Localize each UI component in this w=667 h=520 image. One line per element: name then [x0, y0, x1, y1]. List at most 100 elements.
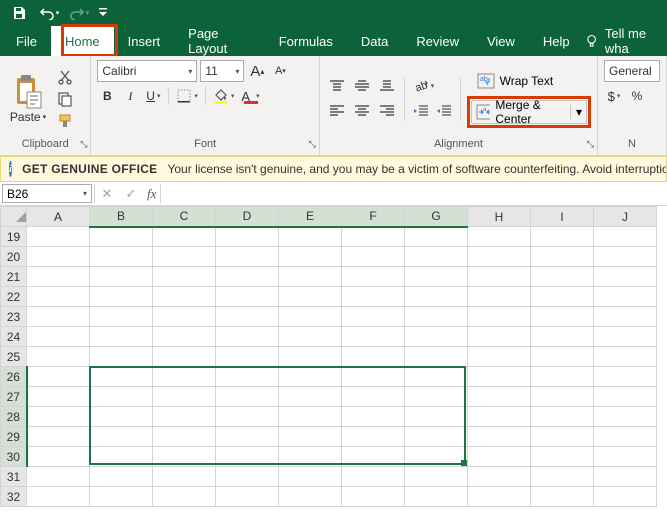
decrease-font-icon[interactable]: A▾ [270, 60, 290, 82]
cell-D28[interactable] [216, 407, 279, 427]
cell-D20[interactable] [216, 247, 279, 267]
cell-F22[interactable] [342, 287, 405, 307]
row-header-31[interactable]: 31 [1, 467, 27, 487]
cell-H30[interactable] [468, 447, 531, 467]
cut-icon[interactable] [56, 68, 74, 86]
cell-I31[interactable] [531, 467, 594, 487]
cell-I28[interactable] [531, 407, 594, 427]
col-header-F[interactable]: F [342, 207, 405, 227]
cell-E19[interactable] [279, 227, 342, 247]
cell-B21[interactable] [90, 267, 153, 287]
cell-J32[interactable] [594, 487, 657, 507]
cell-H25[interactable] [468, 347, 531, 367]
copy-icon[interactable] [56, 90, 74, 108]
increase-font-icon[interactable]: A▴ [247, 60, 267, 82]
tab-help[interactable]: Help [529, 26, 584, 56]
cell-A26[interactable] [27, 367, 90, 387]
cell-J24[interactable] [594, 327, 657, 347]
cell-A25[interactable] [27, 347, 90, 367]
align-right-icon[interactable] [376, 100, 398, 122]
tab-page-layout[interactable]: Page Layout [174, 26, 265, 56]
cell-C24[interactable] [153, 327, 216, 347]
percent-format-icon[interactable]: % [627, 85, 647, 107]
cell-F30[interactable] [342, 447, 405, 467]
cell-G22[interactable] [405, 287, 468, 307]
cell-J27[interactable] [594, 387, 657, 407]
cell-B22[interactable] [90, 287, 153, 307]
cell-G26[interactable] [405, 367, 468, 387]
cell-C26[interactable] [153, 367, 216, 387]
cell-C21[interactable] [153, 267, 216, 287]
cell-D30[interactable] [216, 447, 279, 467]
increase-indent-icon[interactable] [434, 100, 454, 122]
cell-I22[interactable] [531, 287, 594, 307]
col-header-C[interactable]: C [153, 207, 216, 227]
align-top-icon[interactable] [326, 75, 348, 97]
cell-C25[interactable] [153, 347, 216, 367]
row-header-32[interactable]: 32 [1, 487, 27, 507]
cell-D22[interactable] [216, 287, 279, 307]
col-header-I[interactable]: I [531, 207, 594, 227]
cell-C30[interactable] [153, 447, 216, 467]
cell-D29[interactable] [216, 427, 279, 447]
cell-F23[interactable] [342, 307, 405, 327]
cell-D26[interactable] [216, 367, 279, 387]
cell-J26[interactable] [594, 367, 657, 387]
formula-input[interactable] [161, 182, 667, 205]
enter-formula-icon[interactable]: ✓ [119, 182, 143, 205]
align-center-icon[interactable] [351, 100, 373, 122]
cell-G25[interactable] [405, 347, 468, 367]
cell-B24[interactable] [90, 327, 153, 347]
cell-A28[interactable] [27, 407, 90, 427]
cell-A24[interactable] [27, 327, 90, 347]
cell-A21[interactable] [27, 267, 90, 287]
cell-I24[interactable] [531, 327, 594, 347]
cell-B27[interactable] [90, 387, 153, 407]
col-header-D[interactable]: D [216, 207, 279, 227]
tab-home[interactable]: Home [51, 26, 114, 56]
save-icon[interactable] [6, 2, 32, 24]
cell-G21[interactable] [405, 267, 468, 287]
cell-D19[interactable] [216, 227, 279, 247]
cell-I30[interactable] [531, 447, 594, 467]
cell-H23[interactable] [468, 307, 531, 327]
cell-E28[interactable] [279, 407, 342, 427]
cell-D25[interactable] [216, 347, 279, 367]
cell-H27[interactable] [468, 387, 531, 407]
wrap-text-button[interactable]: ab Wrap Text [473, 70, 591, 92]
cell-I20[interactable] [531, 247, 594, 267]
borders-icon[interactable]: ▾ [174, 85, 200, 107]
cell-F31[interactable] [342, 467, 405, 487]
cell-I19[interactable] [531, 227, 594, 247]
select-all-corner[interactable] [1, 207, 27, 227]
cell-G32[interactable] [405, 487, 468, 507]
cell-F19[interactable] [342, 227, 405, 247]
cell-H21[interactable] [468, 267, 531, 287]
name-box[interactable]: B26▾ [2, 184, 92, 203]
decrease-indent-icon[interactable] [411, 100, 431, 122]
italic-button[interactable]: I [120, 85, 140, 107]
cell-B20[interactable] [90, 247, 153, 267]
cell-B19[interactable] [90, 227, 153, 247]
cell-D23[interactable] [216, 307, 279, 327]
col-header-B[interactable]: B [90, 207, 153, 227]
cell-I27[interactable] [531, 387, 594, 407]
cell-G27[interactable] [405, 387, 468, 407]
cell-G31[interactable] [405, 467, 468, 487]
orientation-icon[interactable]: ab▾ [411, 75, 437, 97]
paste-button[interactable]: Paste▾ [6, 74, 50, 124]
cell-E24[interactable] [279, 327, 342, 347]
cell-C22[interactable] [153, 287, 216, 307]
cell-G23[interactable] [405, 307, 468, 327]
cell-H24[interactable] [468, 327, 531, 347]
cell-E30[interactable] [279, 447, 342, 467]
cell-D21[interactable] [216, 267, 279, 287]
row-header-23[interactable]: 23 [1, 307, 27, 327]
cell-J31[interactable] [594, 467, 657, 487]
cell-J25[interactable] [594, 347, 657, 367]
cell-J30[interactable] [594, 447, 657, 467]
cell-B23[interactable] [90, 307, 153, 327]
row-header-30[interactable]: 30 [1, 447, 27, 467]
cell-A27[interactable] [27, 387, 90, 407]
cell-C27[interactable] [153, 387, 216, 407]
